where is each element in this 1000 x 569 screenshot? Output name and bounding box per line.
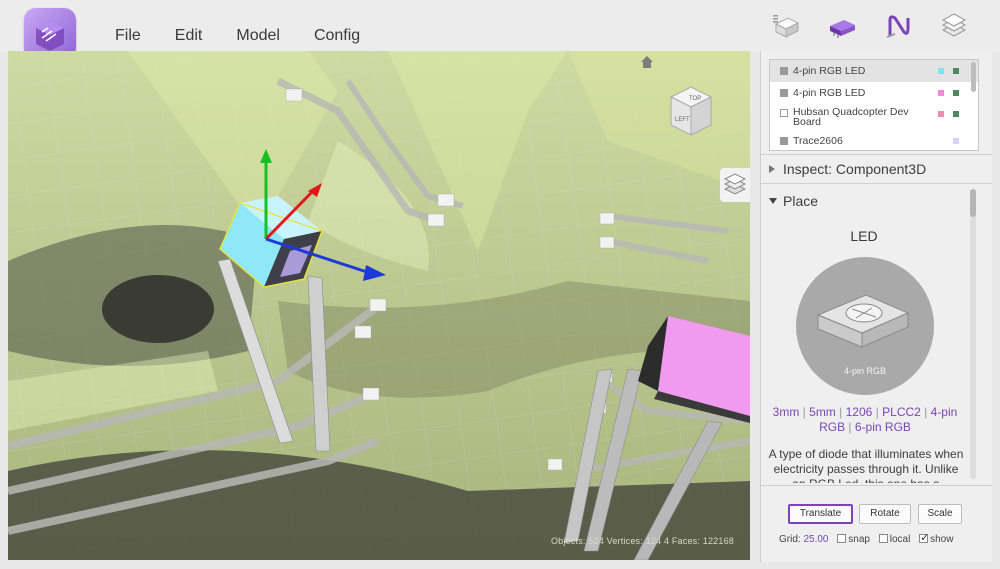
inspect-label: Inspect: Component3D — [783, 161, 927, 177]
show-label: show — [930, 534, 954, 545]
view-cube[interactable]: TOP LEFT — [665, 79, 717, 141]
list-scrollbar[interactable] — [971, 62, 976, 92]
show-option[interactable]: show — [919, 531, 954, 545]
cube-top-label: TOP — [689, 96, 701, 102]
list-item[interactable]: 4-pin RGB LED — [770, 60, 978, 82]
variant-link[interactable]: 6-pin RGB — [855, 420, 911, 434]
row-visibility-box[interactable] — [780, 89, 788, 97]
list-item-label: 4-pin RGB LED — [793, 65, 866, 77]
transform-footer: Translate Rotate Scale Grid: 25.00 snap … — [761, 485, 992, 562]
snap-label: snap — [848, 534, 870, 545]
viewport-layers-button[interactable] — [720, 168, 750, 202]
color-swatch — [938, 90, 944, 96]
variant-links: 3mm | 5mm | 1206 | PLCC2 | 4-pin RGB | 6… — [772, 405, 958, 434]
menu-config[interactable]: Config — [314, 27, 360, 45]
layers-icon — [723, 173, 747, 195]
toolbar-icons — [770, 10, 970, 42]
component-description: A type of diode that illuminates when el… — [768, 447, 964, 483]
right-panel: 4-pin RGB LED 4-pin RGB LED Hubsan Quadc… — [760, 51, 992, 562]
led-preview-icon — [816, 294, 910, 348]
local-checkbox[interactable] — [878, 534, 888, 543]
3d-viewport[interactable]: TOP LEFT Objects: 524 Vertices: 124 4 Fa… — [8, 51, 750, 560]
layers-list-icon[interactable] — [770, 10, 802, 42]
color-swatch — [953, 90, 959, 96]
expanded-arrow-icon — [769, 198, 777, 204]
component-preview[interactable]: 4-pin RGB — [796, 257, 934, 395]
color-swatch — [953, 68, 959, 74]
snap-checkbox[interactable] — [837, 534, 847, 543]
row-visibility-box[interactable] — [780, 137, 788, 145]
component-title: LED — [850, 228, 878, 244]
list-item[interactable]: 4-pin RGB LED — [770, 82, 978, 104]
color-swatch — [938, 111, 944, 117]
show-checkbox[interactable] — [919, 531, 929, 544]
grid-options: Grid: 25.00 snap local show — [779, 531, 954, 545]
home-icon[interactable] — [640, 55, 654, 69]
scene-stats: Objects: 524 Vertices: 124 4 Faces: 1221… — [550, 536, 734, 546]
stack-icon[interactable] — [938, 10, 970, 42]
wire-icon[interactable] — [882, 10, 914, 42]
place-section-body: LED 4-pin RGB 3mm | 5mm | 1206 | PLCC2 |… — [761, 215, 983, 483]
list-item[interactable]: Hubsan Quadcopter Dev Board — [770, 104, 978, 130]
place-label: Place — [783, 193, 819, 209]
color-swatch — [953, 111, 959, 117]
local-option[interactable]: local — [878, 534, 911, 545]
menu-model[interactable]: Model — [236, 27, 280, 45]
scale-button[interactable]: Scale — [918, 504, 962, 524]
panel-scrollbar[interactable] — [970, 189, 976, 479]
row-visibility-box[interactable] — [780, 109, 788, 117]
list-item-label: Hubsan Quadcopter Dev Board — [793, 106, 909, 128]
scrollbar-thumb[interactable] — [970, 189, 976, 217]
grid-label: Grid: — [779, 534, 801, 545]
list-item[interactable]: Trace2606 — [770, 130, 978, 150]
menu-bar: File Edit Model Config — [115, 27, 360, 45]
menu-edit[interactable]: Edit — [175, 27, 203, 45]
collapsed-arrow-icon — [769, 165, 775, 173]
menu-file[interactable]: File — [115, 27, 141, 45]
local-label: local — [889, 534, 911, 545]
place-section-header[interactable]: Place — [761, 187, 981, 215]
row-visibility-box[interactable] — [780, 67, 788, 75]
grid-value-input[interactable]: 25.00 — [803, 534, 828, 545]
component-list[interactable]: 4-pin RGB LED 4-pin RGB LED Hubsan Quadc… — [769, 59, 979, 151]
cube-left-label: LEFT — [675, 117, 690, 123]
list-item-label: 4-pin RGB LED — [793, 87, 866, 99]
variant-link[interactable]: PLCC2 — [882, 405, 921, 419]
viewport-scene — [8, 51, 750, 560]
variant-link[interactable]: 1206 — [846, 405, 873, 419]
variant-link[interactable]: 5mm — [809, 405, 836, 419]
list-item-label: Trace2606 — [793, 135, 843, 147]
variant-link[interactable]: 3mm — [773, 405, 800, 419]
translate-button[interactable]: Translate — [788, 504, 853, 524]
top-bar: File Edit Model Config — [0, 0, 1000, 60]
chip-icon[interactable] — [826, 10, 858, 42]
color-swatch — [953, 138, 959, 144]
snap-option[interactable]: snap — [837, 534, 870, 545]
color-swatch — [938, 68, 944, 74]
inspect-section-header[interactable]: Inspect: Component3D — [761, 154, 992, 184]
component-caption: 4-pin RGB — [843, 366, 887, 376]
rotate-button[interactable]: Rotate — [859, 504, 911, 524]
